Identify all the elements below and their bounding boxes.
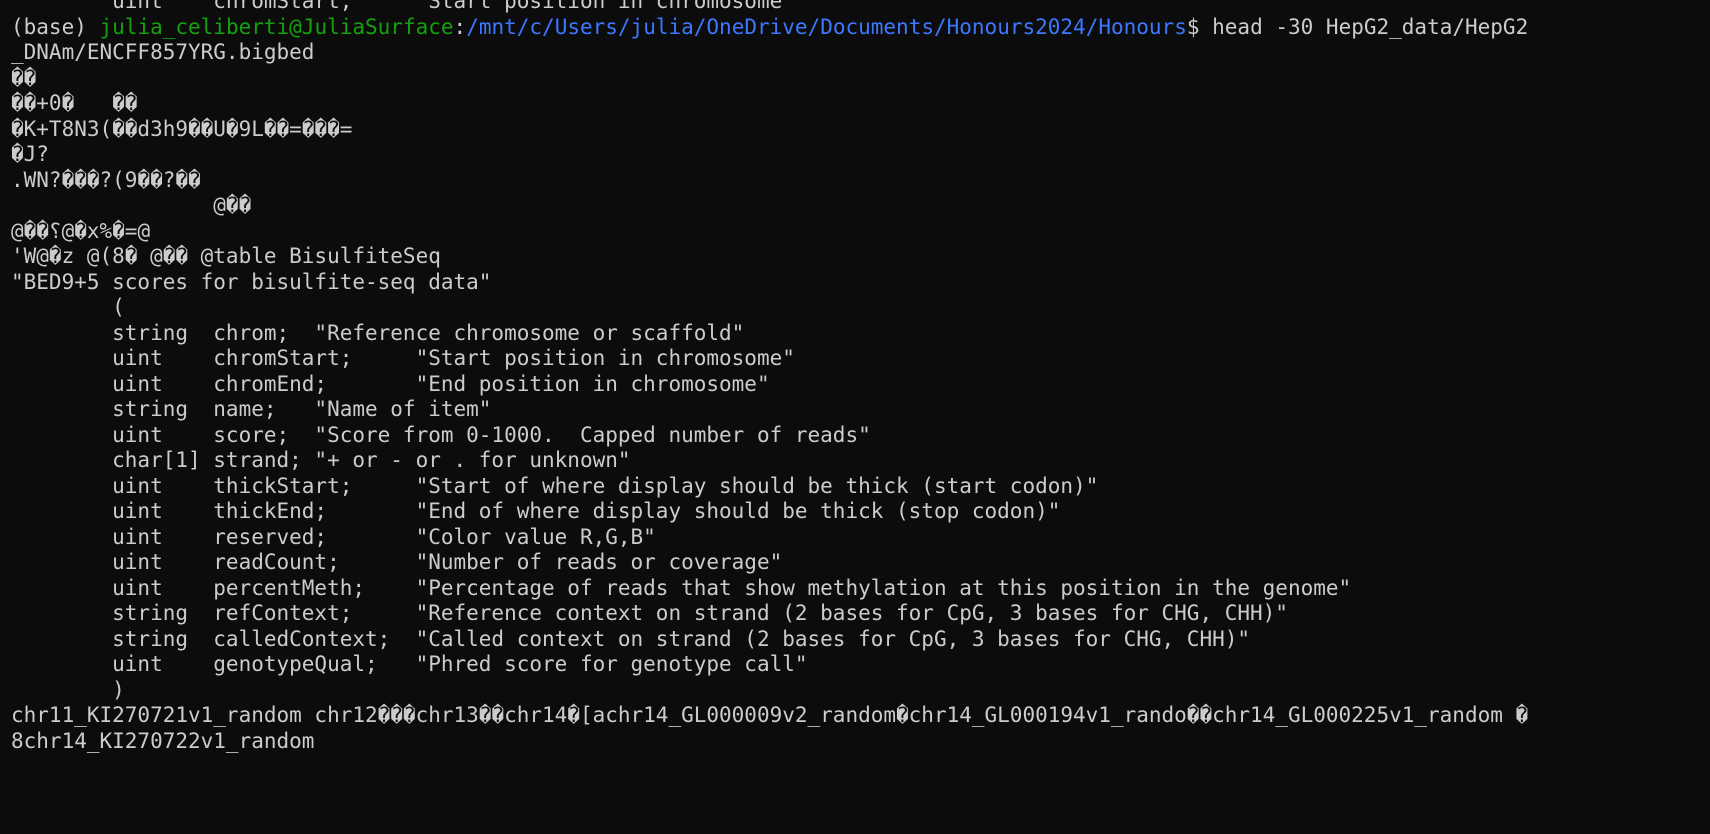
output-line: .WN?���?(9��?��	[11, 167, 201, 192]
conda-env: (base)	[11, 14, 100, 39]
output-line: @��؟@�x%�=@	[11, 218, 151, 243]
output-line: 'W@�z @(8� @�� @table BisulfiteSeq	[11, 244, 441, 268]
prompt-symbol: $	[1186, 14, 1213, 39]
output-line: )	[11, 677, 125, 702]
output-line: string chrom; "Reference chromosome or s…	[11, 320, 745, 345]
output-line: uint percentMeth; "Percentage of reads t…	[11, 575, 1352, 600]
output-line: 8chr14_KI270722v1_random	[11, 728, 315, 753]
output-line: string name; "Name of item"	[11, 397, 492, 421]
output-line: �J?	[11, 142, 49, 166]
output-line: string refContext; "Reference context on…	[11, 601, 1288, 625]
output-line: chr11_KI270721v1_random chr12���chr13��c…	[11, 703, 1529, 727]
output-line: uint readCount; "Number of reads or cove…	[11, 550, 783, 574]
output-line: (	[11, 295, 125, 319]
output-line: uint thickStart; "Start of where display…	[11, 473, 1099, 498]
output-line: uint genotypeQual; "Phred score for geno…	[11, 652, 808, 676]
output-line: uint chromStart; "Start position in chro…	[11, 0, 795, 13]
prompt-colon: :	[453, 14, 467, 39]
output-line: ��	[11, 65, 37, 90]
output-line: "BED9+5 scores for bisulfite-seq data"	[11, 269, 492, 294]
output-line: uint thickEnd; "End of where display sho…	[11, 499, 1061, 523]
current-directory: /mnt/c/Users/julia/OneDrive/Documents/Ho…	[466, 14, 1187, 39]
user-host: julia_celiberti@JuliaSurface	[99, 14, 454, 39]
prompt-line: (base) julia_celiberti@JuliaSurface:/mnt…	[11, 15, 1706, 41]
output-line: uint reserved; "Color value R,G,B"	[11, 524, 656, 549]
command-text: head -30 HepG2_data/HepG2	[1212, 14, 1529, 39]
output-line: string calledContext; "Called context on…	[11, 626, 1251, 651]
output-line: char[1] strand; "+ or - or . for unknown…	[11, 448, 631, 472]
output-line: @��	[11, 193, 252, 217]
terminal-output[interactable]: uint chromStart; "Start position in chro…	[11, 0, 1706, 754]
output-line: uint chromStart; "Start position in chro…	[11, 346, 795, 370]
output-line: uint score; "Score from 0-1000. Capped n…	[11, 422, 871, 447]
output-line: ��+0� ��	[11, 91, 138, 115]
output-line: uint chromEnd; "End position in chromoso…	[11, 371, 770, 396]
output-line: �K+T8N3(��d3h9��U�9L��=���=	[11, 116, 353, 141]
output-line: _DNAm/ENCFF857YRG.bigbed	[11, 40, 315, 64]
